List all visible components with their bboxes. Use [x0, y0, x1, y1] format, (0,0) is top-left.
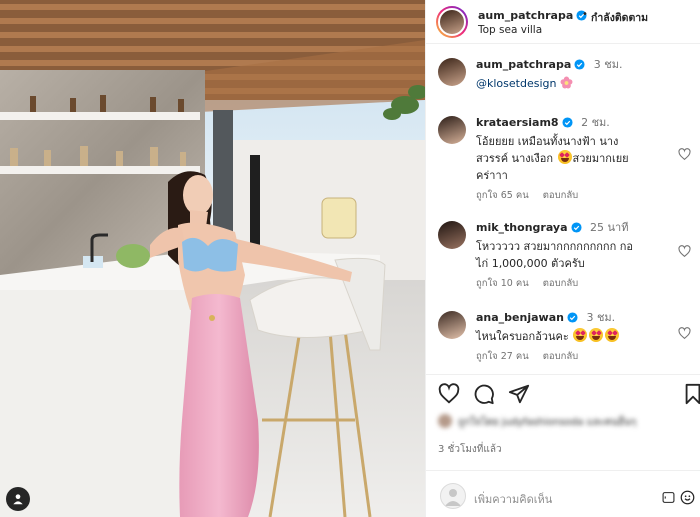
- mention-link[interactable]: @klosetdesign: [476, 77, 556, 90]
- like-comment-icon[interactable]: [678, 245, 691, 258]
- author-username-text[interactable]: aum_patchrapa: [478, 9, 573, 22]
- commenter-avatar[interactable]: [438, 116, 466, 144]
- heart-eyes-emoji-icon: [589, 328, 604, 342]
- comment-time: 2 ชม.: [581, 116, 610, 129]
- comment-meta: ถูกใจ 65 คน ตอบกลับ: [476, 188, 592, 203]
- comment-time: 25 นาที: [590, 221, 629, 234]
- verified-badge-icon: [567, 311, 578, 328]
- commenter-avatar[interactable]: [438, 311, 466, 339]
- caption-time: 3 ชม.: [593, 58, 623, 71]
- comment-text: krataersiam8 2 ชม. โอ้ยยยย เหมือนทั้งนาง…: [476, 114, 671, 184]
- caption-text: aum_patchrapa 3 ชม. @klosetdesign: [476, 56, 671, 92]
- comment-like-count[interactable]: ถูกใจ 27 คน: [476, 351, 529, 362]
- header-separator: •: [582, 9, 588, 20]
- comment-item: ana_benjawan 3 ชม. ไหนใครบอกอ้วนคะ ถูกใจ…: [426, 309, 700, 369]
- caption: aum_patchrapa 3 ชม. @klosetdesign: [426, 56, 700, 106]
- comment-like-count[interactable]: ถูกใจ 10 คน: [476, 278, 529, 289]
- comment-icon[interactable]: [473, 383, 495, 405]
- reply-button[interactable]: ตอบกลับ: [543, 278, 579, 289]
- post-photo[interactable]: [0, 0, 425, 517]
- author-username[interactable]: aum_patchrapa: [478, 9, 587, 24]
- comment-line: สวยมากเยย: [572, 152, 629, 165]
- reply-button[interactable]: ตอบกลับ: [543, 351, 579, 362]
- comment-line: โหววววว สวยมากกกกกกกกก กอ: [476, 240, 634, 253]
- heart-eyes-emoji-icon: [557, 150, 572, 164]
- comment-line: คร่าาา: [476, 169, 508, 182]
- caption-avatar[interactable]: [438, 58, 466, 86]
- comment-input[interactable]: เพิ่มความคิดเห็น: [474, 490, 552, 508]
- reply-button[interactable]: ตอบกลับ: [543, 190, 579, 201]
- comment-text: mik_thongraya 25 นาที โหววววว สวยมากกกกก…: [476, 219, 671, 272]
- comment-meta: ถูกใจ 27 คน ตอบกลับ: [476, 349, 592, 364]
- add-comment-bar: เพิ่มความคิดเห็น: [426, 470, 700, 517]
- comment-item: mik_thongraya 25 นาที โหววววว สวยมากกกกก…: [426, 219, 700, 294]
- emoji-picker-icon[interactable]: [680, 490, 695, 505]
- like-comment-icon[interactable]: [678, 327, 691, 340]
- share-icon[interactable]: [508, 383, 530, 405]
- post-timestamp: 3 ชั่วโมงที่แล้ว: [438, 444, 502, 455]
- heart-eyes-emoji-icon: [605, 328, 620, 342]
- heart-eyes-emoji-icon: [573, 328, 588, 342]
- commenter-avatar[interactable]: [438, 221, 466, 249]
- user-tags-icon[interactable]: [6, 487, 30, 511]
- bookmark-icon[interactable]: [682, 383, 700, 405]
- verified-badge-icon: [570, 221, 582, 238]
- photo-illustration: [0, 0, 425, 517]
- liked-by-summary[interactable]: ถูกใจโดย judyfashionsoda และคนอื่นๆ: [438, 414, 688, 430]
- verified-badge-icon: [574, 58, 585, 75]
- commenter-username[interactable]: krataersiam8: [476, 116, 559, 129]
- flower-emoji-icon: [560, 76, 573, 89]
- gif-icon[interactable]: [662, 491, 675, 504]
- verified-badge-icon: [562, 116, 573, 133]
- current-user-avatar: [440, 483, 466, 509]
- comments-list[interactable]: aum_patchrapa 3 ชม. @klosetdesign kratae…: [426, 44, 700, 374]
- comment-item: krataersiam8 2 ชม. โอ้ยยยย เหมือนทั้งนาง…: [426, 114, 700, 204]
- author-avatar[interactable]: [436, 6, 468, 38]
- commenter-username[interactable]: mik_thongraya: [476, 221, 568, 234]
- heart-icon[interactable]: [438, 383, 460, 405]
- like-comment-icon[interactable]: [678, 148, 691, 161]
- post-header: aum_patchrapa • กำลังติดตาม Top sea vill…: [426, 0, 700, 44]
- comment-line: ไหนใครบอกอ้วนคะ: [476, 330, 569, 343]
- comment-line: โอ้ยยยย เหมือนทั้งนางฟ้า นาง: [476, 135, 619, 148]
- comment-line: ไก่ 1,000,000 ตัวครับ: [476, 257, 585, 270]
- commenter-username[interactable]: ana_benjawan: [476, 311, 564, 324]
- post-sidebar: aum_patchrapa • กำลังติดตาม Top sea vill…: [425, 0, 700, 517]
- comment-text: ana_benjawan 3 ชม. ไหนใครบอกอ้วนคะ: [476, 309, 671, 345]
- post-actions: [426, 374, 700, 410]
- caption-username[interactable]: aum_patchrapa: [476, 58, 571, 71]
- comment-like-count[interactable]: ถูกใจ 65 คน: [476, 190, 529, 201]
- post-location[interactable]: Top sea villa: [478, 24, 542, 36]
- comment-line: สวรรค์ นางเงือก: [476, 152, 554, 165]
- liked-by-text: ถูกใจโดย judyfashionsoda และคนอื่นๆ: [458, 417, 637, 428]
- comment-meta: ถูกใจ 10 คน ตอบกลับ: [476, 276, 592, 291]
- following-button[interactable]: กำลังติดตาม: [591, 9, 648, 26]
- comment-time: 3 ชม.: [586, 311, 616, 324]
